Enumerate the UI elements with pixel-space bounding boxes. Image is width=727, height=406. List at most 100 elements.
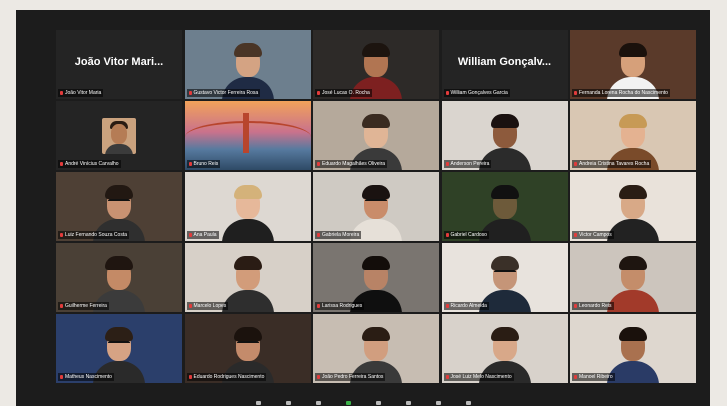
participant-tile[interactable]: Gabriel Cardoso [441, 172, 568, 241]
participant-name-label: André Vinícius Carvalho [58, 160, 121, 168]
muted-mic-icon [188, 375, 192, 379]
muted-mic-icon [574, 91, 577, 95]
participant-tile[interactable]: João Pedro Ferreira Santos [313, 314, 439, 383]
muted-mic-icon [317, 233, 320, 237]
participant-name-label: José Lucas O. Rocha [315, 89, 372, 97]
chat-icon[interactable] [406, 401, 411, 405]
participant-name-label: Bruno Reis [186, 160, 221, 168]
participant-name: Larissa Rodrigues [322, 303, 363, 309]
participant-name-label: Eduardo Magalhães Oliveira [315, 160, 388, 168]
participant-tile[interactable]: Victor Campos [570, 172, 696, 241]
participant-name-label: Larissa Rodrigues [315, 302, 365, 310]
participant-name: Victor Campos [579, 232, 612, 238]
participant-tile[interactable]: Anderson Pereira [441, 101, 568, 170]
participant-tile[interactable]: Eduardo Rodrigues Nascimento [184, 314, 311, 383]
muted-mic-icon [317, 162, 320, 166]
participant-name-label: Gabriela Moreira [315, 231, 362, 239]
participant-name: Guilherme Ferreira [65, 303, 107, 309]
participant-tile[interactable]: Gustavo Victor Ferreira Rosa [184, 30, 311, 99]
participant-tile[interactable]: Leonardo Reis [570, 243, 696, 312]
participant-tile[interactable]: Eduardo Magalhães Oliveira [313, 101, 439, 170]
participant-name: Marcelo Lopes [193, 303, 227, 309]
participant-name: Gabriel Cardoso [450, 232, 487, 238]
muted-mic-icon [317, 375, 320, 379]
participant-name: Luiz Fernando Souza Costa [65, 232, 127, 238]
participant-tile[interactable]: Guilherme Ferreira [56, 243, 182, 312]
record-icon[interactable] [436, 401, 441, 405]
participants-icon[interactable] [376, 401, 381, 405]
participant-name: Leonardo Reis [579, 303, 612, 309]
participant-name-label: Gustavo Victor Ferreira Rosa [186, 89, 261, 97]
zoom-window: João Vitor Mari... João Vitor Maria Gustav… [16, 10, 710, 406]
participant-name-label: Luiz Fernando Souza Costa [58, 231, 129, 239]
muted-mic-icon [188, 91, 192, 95]
video-icon[interactable] [286, 401, 291, 405]
participant-name: Gustavo Victor Ferreira Rosa [193, 90, 259, 96]
muted-mic-icon [60, 375, 63, 379]
participant-tile[interactable]: Marcelo Lopes [184, 243, 311, 312]
muted-mic-icon [188, 233, 192, 237]
participant-display-name: William Gonçalv... [457, 56, 552, 68]
participant-name: William Gonçalves Garcia [450, 90, 508, 96]
participant-tile[interactable]: Ricardo Almeida [441, 243, 568, 312]
muted-mic-icon [445, 304, 449, 308]
reactions-icon[interactable] [466, 401, 471, 405]
participant-tile[interactable]: Larissa Rodrigues [313, 243, 439, 312]
participant-gallery: João Vitor Mari... João Vitor Maria Gustav… [56, 30, 696, 386]
participant-tile[interactable]: João Vitor Mari... João Vitor Maria [56, 30, 182, 99]
participant-tile[interactable]: Manoel Ribeiro [570, 314, 696, 383]
participant-name-label: Andreia Cristina Tavares Rocha [572, 160, 652, 168]
participant-name-label: João Pedro Ferreira Santos [315, 373, 386, 381]
muted-mic-icon [188, 162, 192, 166]
mic-icon[interactable] [256, 401, 261, 405]
meeting-toolbar [16, 398, 710, 406]
participant-name: Manoel Ribeiro [579, 374, 613, 380]
muted-mic-icon [60, 233, 63, 237]
participant-tile[interactable]: Gabriela Moreira [313, 172, 439, 241]
muted-mic-icon [445, 375, 449, 379]
security-icon[interactable] [316, 401, 321, 405]
participant-tile[interactable]: William Gonçalv... William Gonçalves Garc… [441, 30, 568, 99]
participant-name: Fernanda Lorena Rocha do Nascimento [579, 90, 668, 96]
muted-mic-icon [60, 304, 63, 308]
participant-name-label: Matheus Nascimento [58, 373, 114, 381]
participant-tile[interactable]: Matheus Nascimento [56, 314, 182, 383]
participant-name-label: Victor Campos [572, 231, 614, 239]
participant-name-label: William Gonçalves Garcia [443, 89, 510, 97]
participant-tile[interactable]: José Luiz Melo Nascimento [441, 314, 568, 383]
muted-mic-icon [445, 91, 449, 95]
participant-name: Matheus Nascimento [65, 374, 112, 380]
participant-name: Andreia Cristina Tavares Rocha [579, 161, 650, 167]
participant-tile[interactable]: Luiz Fernando Souza Costa [56, 172, 182, 241]
participant-tile[interactable]: Bruno Reis [184, 101, 311, 170]
participant-name: Bruno Reis [193, 161, 219, 167]
participant-tile[interactable]: André Vinícius Carvalho [56, 101, 182, 170]
participant-name-label: Ana Paula [186, 231, 219, 239]
participant-tile[interactable]: Ana Paula [184, 172, 311, 241]
participant-name-label: Leonardo Reis [572, 302, 614, 310]
participant-tile[interactable]: José Lucas O. Rocha [313, 30, 439, 99]
participant-display-name: João Vitor Mari... [74, 56, 164, 68]
participant-name: Anderson Pereira [450, 161, 490, 167]
participant-name: Eduardo Rodrigues Nascimento [193, 374, 265, 380]
share-screen-icon[interactable] [346, 401, 351, 405]
participant-tile[interactable]: Andreia Cristina Tavares Rocha [570, 101, 696, 170]
participant-name: Ana Paula [193, 232, 217, 238]
participant-name: Eduardo Magalhães Oliveira [322, 161, 386, 167]
participant-tile[interactable]: Fernanda Lorena Rocha do Nascimento [570, 30, 696, 99]
participant-name-label: Manoel Ribeiro [572, 373, 615, 381]
participant-name: João Pedro Ferreira Santos [322, 374, 384, 380]
participant-name: João Vitor Maria [65, 90, 102, 96]
muted-mic-icon [60, 91, 63, 95]
participant-name-label: Eduardo Rodrigues Nascimento [186, 373, 267, 381]
muted-mic-icon [317, 91, 320, 95]
muted-mic-icon [574, 304, 577, 308]
muted-mic-icon [60, 162, 63, 166]
participant-name-label: João Vitor Maria [58, 89, 104, 97]
muted-mic-icon [317, 304, 320, 308]
muted-mic-icon [574, 233, 577, 237]
participant-name-label: Anderson Pereira [443, 160, 492, 168]
participant-name: André Vinícius Carvalho [65, 161, 119, 167]
participant-name-label: Fernanda Lorena Rocha do Nascimento [572, 89, 670, 97]
profile-avatar [102, 118, 136, 154]
